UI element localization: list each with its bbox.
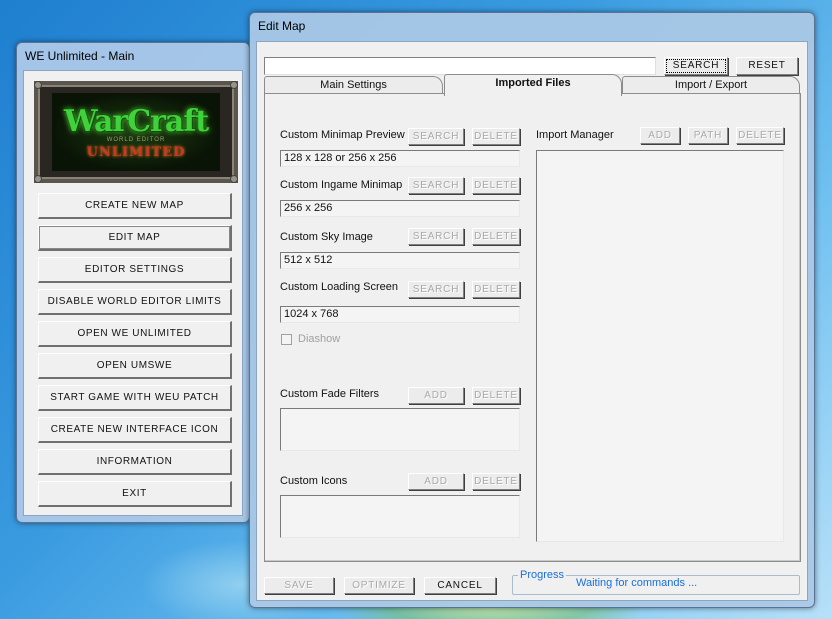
disable-limits-button[interactable]: Disable World Editor Limits <box>38 289 232 315</box>
create-interface-icon-button[interactable]: Create New Interface Icon <box>38 417 232 443</box>
window-title: Edit Map <box>258 19 306 33</box>
custom-icons-label: Custom Icons <box>280 475 348 487</box>
reset-button[interactable]: Reset <box>736 57 798 75</box>
main-window-client: WarCraft WORLD EDITOR UNLIMITED Create N… <box>23 70 243 516</box>
ingame-minimap-field[interactable]: 256 x 256 <box>280 200 520 217</box>
information-button[interactable]: Information <box>38 449 232 475</box>
exit-button[interactable]: Exit <box>38 481 232 507</box>
ingame-minimap-search-button[interactable]: Search <box>408 177 464 194</box>
tab-main-settings[interactable]: Main Settings <box>264 76 443 94</box>
optimize-button[interactable]: Optimize <box>344 577 414 594</box>
import-delete-button[interactable]: Delete <box>736 127 784 144</box>
import-path-button[interactable]: Path <box>688 127 728 144</box>
ingame-minimap-label: Custom Ingame Minimap <box>280 179 403 191</box>
fade-filters-list[interactable] <box>280 408 520 451</box>
map-path-input[interactable] <box>264 57 656 75</box>
minimap-preview-search-button[interactable]: Search <box>408 128 464 145</box>
ingame-minimap-delete-button[interactable]: Delete <box>472 177 520 194</box>
main-window: WE Unlimited - Main WarCraft WORLD EDITO… <box>16 42 250 523</box>
tab-import-export[interactable]: Import / Export <box>622 76 800 94</box>
search-button[interactable]: Search <box>664 57 728 75</box>
loading-screen-search-button[interactable]: Search <box>408 281 464 298</box>
logo-title: WarCraft <box>63 104 209 139</box>
fade-filters-label: Custom Fade Filters <box>280 388 380 400</box>
import-add-button[interactable]: Add <box>640 127 680 144</box>
create-new-map-button[interactable]: Create New Map <box>38 193 232 219</box>
loading-screen-label: Custom Loading Screen <box>280 281 399 293</box>
start-game-button[interactable]: Start Game with WEU Patch <box>38 385 232 411</box>
fade-filters-delete-button[interactable]: Delete <box>472 387 520 404</box>
sky-image-field[interactable]: 512 x 512 <box>280 252 520 269</box>
open-we-unlimited-button[interactable]: Open WE Unlimited <box>38 321 232 347</box>
custom-icons-delete-button[interactable]: Delete <box>472 473 520 490</box>
editor-settings-button[interactable]: Editor Settings <box>38 257 232 283</box>
loading-screen-field[interactable]: 1024 x 768 <box>280 306 520 323</box>
import-manager-list[interactable] <box>536 150 784 542</box>
minimap-preview-delete-button[interactable]: Delete <box>472 128 520 145</box>
edit-map-button[interactable]: Edit Map <box>38 225 232 251</box>
diashow-checkbox[interactable] <box>281 334 292 345</box>
fade-filters-add-button[interactable]: Add <box>408 387 464 404</box>
loading-screen-delete-button[interactable]: Delete <box>472 281 520 298</box>
open-umswe-button[interactable]: Open UMSWE <box>38 353 232 379</box>
progress-label: Progress <box>518 569 567 581</box>
cancel-button[interactable]: Cancel <box>424 577 496 594</box>
custom-icons-list[interactable] <box>280 495 520 538</box>
import-manager-label: Import Manager <box>536 129 614 141</box>
sky-image-delete-button[interactable]: Delete <box>472 228 520 245</box>
sky-image-search-button[interactable]: Search <box>408 228 464 245</box>
custom-icons-add-button[interactable]: Add <box>408 473 464 490</box>
status-text: Waiting for commands ... <box>576 577 698 589</box>
minimap-preview-field[interactable]: 128 x 128 or 256 x 256 <box>280 150 520 167</box>
window-title: WE Unlimited - Main <box>25 49 135 63</box>
minimap-preview-label: Custom Minimap Preview <box>280 129 405 141</box>
logo-subtitle: WORLD EDITOR <box>106 137 166 143</box>
save-button[interactable]: Save <box>264 577 334 594</box>
diashow-label: Diashow <box>298 333 341 345</box>
sky-image-label: Custom Sky Image <box>280 231 373 243</box>
warcraft-logo: WarCraft WORLD EDITOR UNLIMITED <box>34 81 238 183</box>
logo-edition: UNLIMITED <box>86 145 186 160</box>
tab-imported-files[interactable]: Imported Files <box>444 74 622 96</box>
